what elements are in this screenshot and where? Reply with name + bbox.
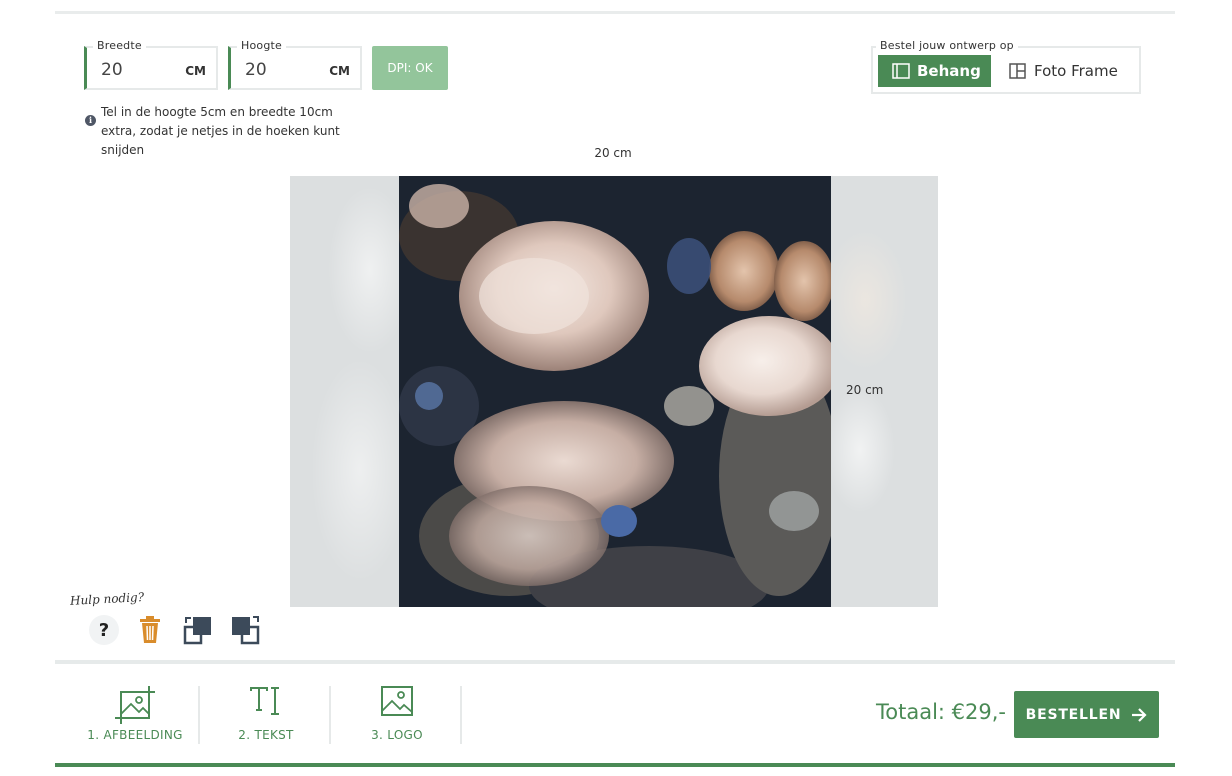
option-behang[interactable]: Behang (878, 55, 991, 87)
canvas-height-label: 20 cm (846, 383, 884, 397)
option-foto-frame-label: Foto Frame (1034, 62, 1118, 80)
arrow-right-icon (1132, 707, 1147, 722)
step-afbeelding[interactable]: 1. AFBEELDING (70, 682, 200, 746)
info-icon: i (85, 115, 96, 126)
width-field[interactable]: Breedte 20 CM (84, 39, 218, 90)
height-label: Hoogte (237, 39, 286, 52)
step-separator (460, 686, 462, 744)
logo-image-icon (381, 686, 413, 716)
order-type-label: Bestel jouw ontwerp op (876, 39, 1018, 52)
step-tekst-label: 2. TEKST (238, 728, 294, 742)
info-text: Tel in de hoogte 5cm en breedte 10cm ext… (101, 105, 340, 157)
flower-photo[interactable] (399, 176, 831, 607)
canvas-width-label: 20 cm (594, 146, 632, 160)
help-text: Hulp nodig? (69, 590, 145, 608)
order-button-label: BESTELLEN (1025, 706, 1122, 723)
width-label: Breedte (93, 39, 146, 52)
top-divider (55, 11, 1175, 14)
step-separator (198, 686, 200, 744)
height-field[interactable]: Hoogte 20 CM (228, 39, 362, 90)
help-button[interactable]: ? (88, 614, 120, 646)
step-logo-label: 3. LOGO (371, 728, 423, 742)
order-button[interactable]: BESTELLEN (1014, 691, 1159, 738)
height-value[interactable]: 20 (245, 60, 267, 80)
help-icon: ? (89, 615, 119, 645)
option-behang-label: Behang (917, 62, 981, 80)
step-separator (329, 686, 331, 744)
trash-icon (140, 616, 160, 643)
delete-button[interactable] (134, 614, 166, 646)
step-tekst[interactable]: 2. TEKST (201, 682, 331, 746)
send-backward-icon (232, 616, 260, 645)
footer-divider (55, 660, 1175, 664)
wallpaper-icon (892, 63, 910, 79)
step-logo[interactable]: 3. LOGO (332, 682, 462, 746)
text-icon (250, 687, 279, 715)
height-unit: CM (329, 64, 350, 78)
send-backward-button[interactable] (229, 614, 261, 646)
option-foto-frame[interactable]: Foto Frame (1009, 55, 1139, 87)
width-unit: CM (185, 64, 206, 78)
bottom-accent-line (55, 763, 1175, 767)
total-price: Totaal: €29,- (876, 700, 1006, 724)
frame-icon (1009, 63, 1026, 79)
width-value[interactable]: 20 (101, 60, 123, 80)
bring-forward-button[interactable] (182, 614, 214, 646)
step-afbeelding-label: 1. AFBEELDING (87, 728, 183, 742)
dpi-status-button[interactable]: DPI: OK (372, 46, 448, 90)
order-type-selector: Bestel jouw ontwerp op Behang Foto Frame (871, 39, 1141, 94)
image-crop-icon (115, 686, 155, 724)
bring-forward-icon (183, 617, 211, 645)
